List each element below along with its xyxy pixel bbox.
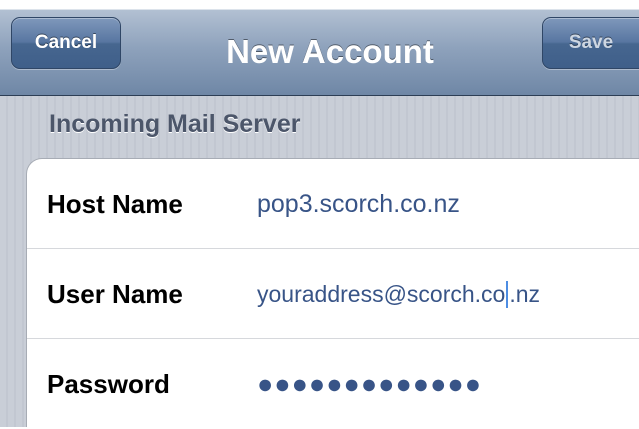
cancel-button-label: Cancel xyxy=(34,32,98,53)
top-strip xyxy=(0,0,639,9)
password-label: Password xyxy=(47,368,170,399)
text-cursor xyxy=(506,280,509,308)
user-name-label: User Name xyxy=(47,278,183,309)
section-header: Incoming Mail Server xyxy=(49,110,301,138)
user-name-field[interactable]: youraddress@scorch.co .nz xyxy=(257,249,540,339)
user-name-row[interactable]: User Name youraddress@scorch.co .nz xyxy=(27,249,639,339)
save-button[interactable]: Save xyxy=(542,17,639,69)
host-name-value: pop3.scorch.co.nz xyxy=(257,189,460,218)
user-name-value-end: .nz xyxy=(509,280,541,307)
host-name-label: Host Name xyxy=(47,188,183,219)
incoming-server-form-group: Host Name pop3.scorch.co.nz User Name yo… xyxy=(26,158,639,427)
host-name-field[interactable]: pop3.scorch.co.nz xyxy=(257,159,460,249)
cancel-button[interactable]: Cancel xyxy=(11,17,121,69)
password-field[interactable]: ●●●●●●●●●●●●● xyxy=(257,339,482,429)
password-value: ●●●●●●●●●●●●● xyxy=(257,368,483,399)
page-title: New Account xyxy=(226,33,434,70)
user-name-value-start: youraddress@scorch.co xyxy=(257,280,506,307)
save-button-label: Save xyxy=(568,32,614,53)
host-name-row[interactable]: Host Name pop3.scorch.co.nz xyxy=(27,159,639,249)
password-row[interactable]: Password ●●●●●●●●●●●●● xyxy=(27,339,639,429)
